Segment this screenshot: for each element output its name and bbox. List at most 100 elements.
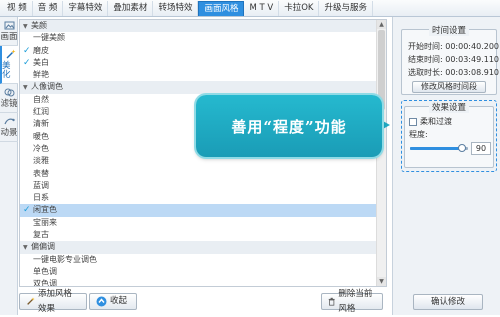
side-tab-label: 动景 bbox=[0, 128, 18, 138]
list-item-label: 日系 bbox=[33, 193, 49, 203]
collapse-up-icon bbox=[96, 296, 107, 307]
degree-value-input[interactable]: 90 bbox=[471, 142, 491, 155]
list-group-header[interactable]: ▼ 美颜 bbox=[20, 20, 376, 33]
scroll-up-icon[interactable]: ▲ bbox=[377, 20, 386, 29]
group-label: 偏偏调 bbox=[31, 242, 55, 252]
list-item[interactable]: 蓝调 bbox=[20, 180, 376, 192]
list-group-header[interactable]: ▼ 偏偏调 bbox=[20, 241, 376, 254]
add-style-button[interactable]: 添加风格效果 bbox=[19, 289, 87, 314]
delete-style-button[interactable]: 删除当前风格 bbox=[321, 289, 383, 314]
tab-8[interactable]: 升级与服务 bbox=[319, 1, 373, 16]
image-icon bbox=[4, 21, 14, 30]
scroll-down-icon[interactable]: ▼ bbox=[377, 277, 386, 286]
list-item[interactable]: 一键美颜 bbox=[20, 32, 376, 44]
check-icon[interactable]: ✓ bbox=[23, 45, 31, 57]
tab-5[interactable]: 画面风格 bbox=[198, 1, 245, 16]
confirm-button[interactable]: 确认修改 bbox=[413, 294, 483, 310]
list-item[interactable]: 宝丽来 bbox=[20, 217, 376, 229]
list-item[interactable]: 双色调 bbox=[20, 278, 376, 286]
list-item[interactable]: 日系 bbox=[20, 192, 376, 204]
add-style-label: 添加风格效果 bbox=[38, 288, 73, 314]
soft-transition-checkbox[interactable] bbox=[409, 117, 417, 126]
list-item-label: 一键美颜 bbox=[33, 33, 65, 43]
trash-icon bbox=[328, 297, 335, 306]
degree-slider[interactable] bbox=[410, 144, 468, 152]
time-settings-title: 时间设置 bbox=[402, 24, 496, 36]
duration-row: 选取时长: 00:03:08.910 bbox=[408, 67, 499, 78]
group-label: 美颜 bbox=[31, 21, 47, 30]
top-tab-bar: 视 频音 频字幕特效 叠加素材 转场特效 画面风格 M T V 卡拉OK 升级与服务 bbox=[0, 0, 500, 17]
check-icon[interactable]: ✓ bbox=[23, 204, 31, 216]
tab-6[interactable]: M T V bbox=[244, 1, 280, 16]
end-time-label: 结束时间: bbox=[408, 55, 443, 64]
side-tab-label: 滤镜 bbox=[0, 99, 18, 109]
side-tab-1[interactable]: 美化 bbox=[0, 46, 18, 84]
list-item[interactable]: ✓ 美白 bbox=[20, 57, 376, 69]
list-item[interactable]: 表替 bbox=[20, 168, 376, 180]
list-item[interactable]: 一键电影专业调色 bbox=[20, 254, 376, 266]
end-time-value: 00:03:49.110 bbox=[445, 55, 499, 64]
motion-icon bbox=[3, 118, 15, 125]
check-icon[interactable]: ✓ bbox=[23, 57, 31, 69]
delete-style-label: 删除当前风格 bbox=[338, 288, 373, 314]
list-group-header[interactable]: ▼ 人像调色 bbox=[20, 81, 376, 94]
soft-transition-row: 柔和过渡 bbox=[409, 116, 452, 127]
list-item[interactable]: 单色调 bbox=[20, 266, 376, 278]
degree-slider-fill bbox=[410, 147, 463, 150]
list-item-label: 宝丽来 bbox=[33, 217, 57, 227]
side-tab-strip: 画面 美化 滤镜 动景 bbox=[0, 17, 18, 315]
list-item-label: 闲宜色 bbox=[33, 205, 57, 215]
list-item-label: 蓝调 bbox=[33, 180, 49, 190]
side-tab-0[interactable]: 画面 bbox=[0, 17, 18, 46]
side-tab-3[interactable]: 动景 bbox=[0, 113, 18, 142]
tab-4[interactable]: 转场特效 bbox=[153, 1, 199, 16]
list-item-label: 淡雅 bbox=[33, 156, 49, 166]
list-item-label: 清新 bbox=[33, 119, 49, 129]
side-tab-label: 美化 bbox=[2, 61, 11, 80]
list-item-label: 红润 bbox=[33, 107, 49, 117]
magic-wand-icon bbox=[27, 297, 35, 305]
list-item[interactable]: ✓ 闲宜色 bbox=[20, 204, 376, 217]
modify-time-button[interactable]: 修改风格时间段 bbox=[412, 81, 486, 93]
side-tab-2[interactable]: 滤镜 bbox=[0, 84, 18, 113]
collapse-label: 收起 bbox=[110, 296, 128, 306]
effect-settings-title: 效果设置 bbox=[405, 101, 493, 113]
list-item-label: 暖色 bbox=[33, 131, 49, 141]
duration-value: 00:03:08.910 bbox=[445, 68, 499, 77]
list-item-label: 复古 bbox=[33, 230, 49, 240]
list-item[interactable]: 复古 bbox=[20, 229, 376, 241]
group-label: 人像调色 bbox=[31, 82, 63, 92]
tip-overlay: 善用“程度”功能 bbox=[196, 95, 382, 157]
time-settings-group: 时间设置 开始时间: 00:00:40.200 结束时间: 00:03:49.1… bbox=[401, 26, 499, 95]
list-item-label: 美白 bbox=[33, 57, 49, 67]
degree-label: 程度: bbox=[409, 130, 428, 139]
end-time-row: 结束时间: 00:03:49.110 bbox=[408, 54, 499, 65]
start-time-value: 00:00:40.200 bbox=[445, 42, 499, 51]
list-item[interactable]: 鲜艳 bbox=[20, 69, 376, 81]
list-item[interactable]: ✓ 磨皮 bbox=[20, 45, 376, 57]
degree-slider-thumb[interactable] bbox=[458, 144, 467, 152]
tab-2[interactable]: 字幕特效 bbox=[63, 1, 109, 16]
list-item[interactable]: 淡雅 bbox=[20, 155, 376, 167]
magic-wand-icon bbox=[6, 49, 15, 59]
list-item-label: 一键电影专业调色 bbox=[33, 254, 97, 264]
filter-icon bbox=[4, 88, 14, 97]
collapse-button[interactable]: 收起 bbox=[89, 293, 137, 310]
settings-panel: 时间设置 开始时间: 00:00:40.200 结束时间: 00:03:49.1… bbox=[392, 17, 500, 315]
list-item-label: 双色调 bbox=[33, 279, 57, 286]
effect-settings-group: 效果设置 柔和过渡 程度: 90 bbox=[404, 103, 494, 168]
tab-0[interactable]: 视 频 bbox=[2, 1, 33, 16]
list-footer: 添加风格效果 收起 删除当前风格 bbox=[19, 289, 387, 314]
start-time-label: 开始时间: bbox=[408, 42, 443, 51]
tab-7[interactable]: 卡拉OK bbox=[279, 1, 320, 16]
list-item-label: 自然 bbox=[33, 94, 49, 104]
list-item-label: 冷色 bbox=[33, 143, 49, 153]
tab-1[interactable]: 音 频 bbox=[33, 1, 64, 16]
duration-label: 选取时长: bbox=[408, 68, 443, 77]
list-item-label: 单色调 bbox=[33, 266, 57, 276]
side-tab-label: 画面 bbox=[0, 32, 18, 42]
soft-transition-label: 柔和过渡 bbox=[420, 117, 452, 126]
start-time-row: 开始时间: 00:00:40.200 bbox=[408, 41, 499, 52]
list-item-label: 鲜艳 bbox=[33, 70, 49, 80]
tab-3[interactable]: 叠加素材 bbox=[108, 1, 154, 16]
